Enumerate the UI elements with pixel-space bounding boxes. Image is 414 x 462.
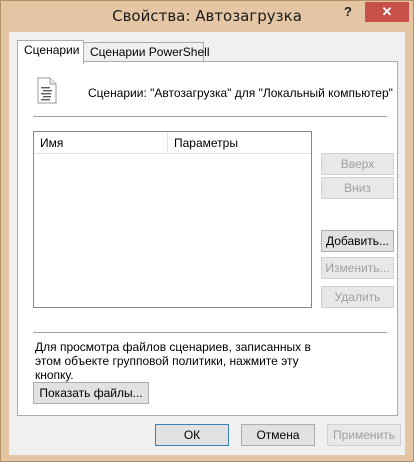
tab-powershell-scripts[interactable]: Сценарии PowerShell <box>83 42 210 62</box>
remove-button[interactable]: Удалить <box>321 286 394 308</box>
divider <box>33 116 387 117</box>
cancel-button[interactable]: Отмена <box>241 424 315 446</box>
scripts-tab-panel: Сценарии: "Автозагрузка" для "Локальный … <box>17 61 398 416</box>
ok-button[interactable]: ОК <box>155 424 229 446</box>
scripts-list[interactable]: Имя Параметры <box>33 131 312 308</box>
list-header: Имя Параметры <box>34 132 311 154</box>
show-files-note: Для просмотра файлов сценариев, записанн… <box>35 340 311 382</box>
close-button[interactable]: ✕ <box>365 2 409 22</box>
dialog-client-area: Сценарии Сценарии PowerShell Сценарии: "… <box>9 32 405 455</box>
tab-scripts[interactable]: Сценарии <box>17 40 84 64</box>
column-header-name[interactable]: Имя <box>34 132 168 154</box>
move-up-button[interactable]: Вверх <box>321 153 394 175</box>
column-header-parameters[interactable]: Параметры <box>168 132 311 154</box>
script-document-icon <box>37 77 57 104</box>
show-files-button[interactable]: Показать файлы... <box>33 382 149 404</box>
divider <box>33 332 387 333</box>
title-bar[interactable]: Свойства: Автозагрузка ? ✕ <box>1 1 413 31</box>
dialog-button-bar: ОК Отмена Применить <box>9 416 405 455</box>
edit-button[interactable]: Изменить... <box>321 257 394 279</box>
scripts-header-text: Сценарии: "Автозагрузка" для "Локальный … <box>88 86 393 100</box>
help-button[interactable]: ? <box>333 2 363 22</box>
move-down-button[interactable]: Вниз <box>321 177 394 199</box>
tab-scripts-label: Сценарии <box>24 43 80 57</box>
properties-dialog: Свойства: Автозагрузка ? ✕ Сценарии Сцен… <box>0 0 414 462</box>
apply-button[interactable]: Применить <box>327 424 401 446</box>
add-button[interactable]: Добавить... <box>321 230 394 252</box>
close-icon: ✕ <box>381 4 393 19</box>
tab-powershell-label: Сценарии PowerShell <box>90 45 210 59</box>
